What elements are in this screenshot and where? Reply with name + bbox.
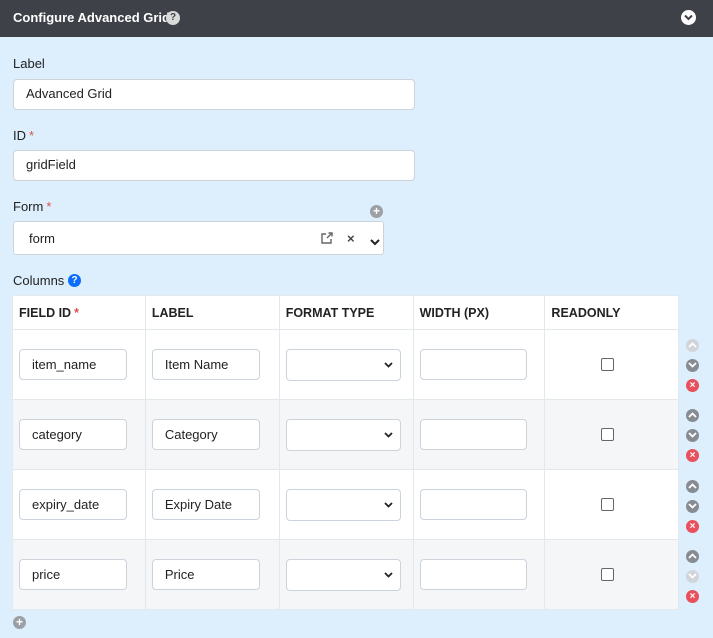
readonly-checkbox[interactable] — [601, 498, 615, 511]
required-marker: * — [74, 305, 79, 320]
label-input[interactable]: Category — [151, 419, 260, 450]
field-id-input[interactable]: category — [19, 419, 127, 450]
format-type-select[interactable] — [285, 558, 401, 591]
collapse-chevron-icon[interactable] — [681, 10, 696, 25]
table-row: price Price — [12, 539, 679, 610]
times-circle-icon[interactable]: × — [686, 449, 699, 462]
label-input[interactable]: Price — [151, 559, 260, 590]
field-id-input[interactable]: expiry_date — [19, 489, 127, 520]
readonly-checkbox[interactable] — [601, 358, 615, 371]
readonly-checkbox[interactable] — [601, 428, 615, 441]
form-field-label: Form * — [13, 199, 52, 214]
chevron-down-icon — [686, 570, 699, 583]
width-input[interactable] — [419, 489, 527, 520]
readonly-checkbox[interactable] — [601, 568, 615, 581]
id-input[interactable]: gridField — [13, 150, 415, 181]
column-header-readonly: READONLY — [544, 295, 679, 330]
chevron-up-icon[interactable] — [686, 550, 699, 563]
chevron-down-icon — [384, 431, 393, 438]
chevron-down-icon[interactable] — [370, 234, 380, 249]
chevron-up-icon — [686, 339, 699, 352]
width-input[interactable] — [419, 349, 527, 380]
label-input[interactable]: Item Name — [151, 349, 260, 380]
times-circle-icon[interactable]: × — [686, 520, 699, 533]
column-header-label: LABEL — [144, 295, 280, 330]
add-form-icon[interactable]: + — [370, 205, 383, 218]
clear-icon[interactable]: × — [347, 231, 355, 246]
chevron-down-icon — [384, 571, 393, 578]
required-marker: * — [29, 128, 35, 143]
row-controls: × — [686, 409, 700, 469]
columns-table: FIELD ID * LABEL FORMAT TYPE WIDTH (PX) R… — [12, 295, 679, 610]
row-controls: × — [686, 480, 700, 540]
chevron-down-icon[interactable] — [686, 500, 699, 513]
format-type-select[interactable] — [285, 418, 401, 451]
panel-title: Configure Advanced Grid — [13, 10, 170, 25]
chevron-down-icon[interactable] — [686, 359, 699, 372]
table-header-row: FIELD ID * LABEL FORMAT TYPE WIDTH (PX) R… — [12, 295, 679, 330]
column-header-width: WIDTH (PX) — [412, 295, 546, 330]
chevron-down-icon — [384, 501, 393, 508]
chevron-up-icon[interactable] — [686, 480, 699, 493]
panel-header: Configure Advanced Grid ? — [0, 0, 713, 37]
table-row: expiry_date Expiry Date — [12, 469, 679, 540]
external-link-icon[interactable] — [320, 232, 334, 248]
table-row: item_name Item Name — [12, 329, 679, 400]
label-input[interactable]: Advanced Grid — [13, 79, 415, 110]
format-type-select[interactable] — [285, 488, 401, 521]
row-controls: × — [686, 550, 700, 610]
column-header-field-id: FIELD ID * — [12, 295, 146, 330]
form-select-value: form — [29, 231, 55, 246]
id-field-label: ID * — [13, 128, 35, 143]
question-circle-icon[interactable]: ? — [68, 274, 81, 287]
form-select[interactable]: form × — [13, 221, 384, 255]
format-type-select[interactable] — [285, 348, 401, 381]
chevron-down-icon[interactable] — [686, 429, 699, 442]
question-circle-icon[interactable]: ? — [166, 11, 180, 25]
field-id-input[interactable]: price — [19, 559, 127, 590]
chevron-up-icon[interactable] — [686, 409, 699, 422]
width-input[interactable] — [419, 419, 527, 450]
label-input[interactable]: Expiry Date — [151, 489, 260, 520]
times-circle-icon[interactable]: × — [686, 379, 699, 392]
table-row: category Category — [12, 399, 679, 470]
width-input[interactable] — [419, 559, 527, 590]
chevron-down-icon — [384, 361, 393, 368]
field-id-input[interactable]: item_name — [19, 349, 127, 380]
label-field-label: Label — [13, 56, 45, 71]
column-header-format-type: FORMAT TYPE — [278, 295, 414, 330]
columns-label: Columns — [13, 273, 65, 288]
times-circle-icon[interactable]: × — [686, 590, 699, 603]
add-column-icon[interactable]: + — [13, 616, 26, 629]
row-controls: × — [686, 339, 700, 399]
required-marker: * — [46, 199, 52, 214]
